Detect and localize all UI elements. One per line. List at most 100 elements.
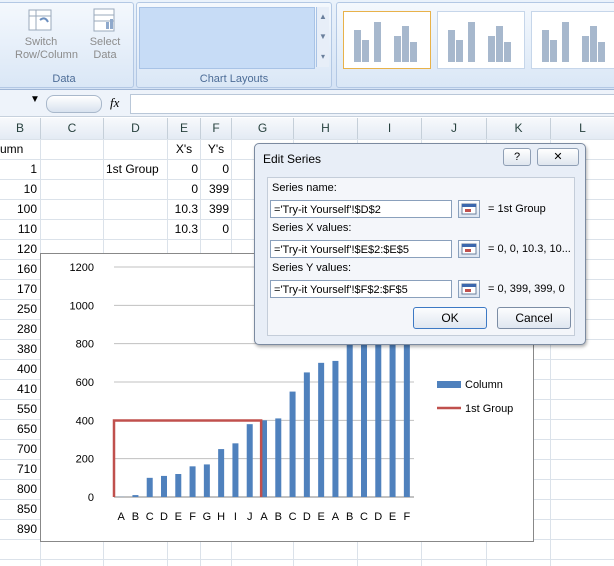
y-tick-label: 800 xyxy=(76,339,94,351)
x-tick-label: B xyxy=(132,511,139,523)
x-tick-label: E xyxy=(317,511,324,523)
series-name-range-picker[interactable] xyxy=(458,200,480,218)
cell-B9[interactable]: 250 xyxy=(0,299,37,319)
cell-B11[interactable]: 380 xyxy=(0,339,37,359)
x-tick-label: E xyxy=(389,511,396,523)
x-tick-label: A xyxy=(260,511,268,523)
range-picker-icon xyxy=(461,283,477,295)
bar xyxy=(361,334,367,497)
cell-E1[interactable]: X's xyxy=(168,139,200,159)
series-x-label: Series X values: xyxy=(272,222,352,234)
bar xyxy=(218,449,225,497)
bar xyxy=(189,466,196,497)
cell-E2[interactable]: 0 xyxy=(168,159,198,179)
x-tick-label: D xyxy=(303,511,311,523)
x-tick-label: A xyxy=(117,511,125,523)
series-name-label: Series name: xyxy=(272,182,337,194)
x-tick-label: J xyxy=(247,511,253,523)
y-tick-label: 600 xyxy=(76,377,94,389)
bar xyxy=(246,424,253,497)
cell-B5[interactable]: 110 xyxy=(0,219,37,239)
series-y-result: = 0, 399, 399, 0 xyxy=(488,283,565,295)
legend-label-line: 1st Group xyxy=(465,403,513,415)
cell-B18[interactable]: 800 xyxy=(0,479,37,499)
x-tick-label: C xyxy=(146,511,154,523)
bar xyxy=(318,362,325,497)
ok-button[interactable]: OK xyxy=(413,307,487,329)
cell-B17[interactable]: 710 xyxy=(0,459,37,479)
dialog-title: Edit Series xyxy=(263,152,322,166)
y-tick-label: 1000 xyxy=(70,300,94,312)
bar xyxy=(346,343,353,497)
edit-series-dialog: Edit Series ? ✕ Series name: ='Try-it Yo… xyxy=(254,143,586,345)
series-x-result: = 0, 0, 10.3, 10... xyxy=(488,243,571,255)
bar xyxy=(332,360,339,497)
bar xyxy=(303,372,310,497)
x-tick-label: C xyxy=(289,511,297,523)
cell-B13[interactable]: 410 xyxy=(0,379,37,399)
cell-F2[interactable]: 0 xyxy=(201,159,229,179)
bar xyxy=(175,474,182,497)
y-tick-label: 0 xyxy=(88,492,94,504)
bar xyxy=(203,464,210,497)
cell-B20[interactable]: 890 xyxy=(0,519,37,539)
series-y-range-picker[interactable] xyxy=(458,280,480,298)
cell-B15[interactable]: 650 xyxy=(0,419,37,439)
x-tick-label: F xyxy=(189,511,196,523)
cell-B2[interactable]: 1 xyxy=(0,159,37,179)
y-tick-label: 1200 xyxy=(70,262,94,274)
series-x-range-picker[interactable] xyxy=(458,240,480,258)
range-picker-icon xyxy=(461,203,477,215)
y-tick-label: 400 xyxy=(76,415,94,427)
cell-B3[interactable]: 10 xyxy=(0,179,37,199)
cell-E4[interactable]: 10.3 xyxy=(168,199,198,219)
cell-B14[interactable]: 550 xyxy=(0,399,37,419)
x-tick-label: B xyxy=(346,511,353,523)
cell-B1[interactable]: umn xyxy=(0,139,38,159)
x-tick-label: H xyxy=(217,511,225,523)
cell-B16[interactable]: 700 xyxy=(0,439,37,459)
legend-label-column: Column xyxy=(465,379,503,391)
cell-B7[interactable]: 160 xyxy=(0,259,37,279)
cell-D2[interactable]: 1st Group xyxy=(106,159,168,179)
cell-B4[interactable]: 100 xyxy=(0,199,37,219)
cell-F3[interactable]: 399 xyxy=(201,179,229,199)
x-tick-label: G xyxy=(203,511,212,523)
bar xyxy=(146,477,153,497)
x-tick-label: D xyxy=(160,511,168,523)
cell-B19[interactable]: 850 xyxy=(0,499,37,519)
cell-E5[interactable]: 10.3 xyxy=(168,219,198,239)
x-tick-label: F xyxy=(403,511,410,523)
close-button[interactable]: ✕ xyxy=(537,148,579,166)
legend-swatch-column xyxy=(437,381,461,388)
cell-F5[interactable]: 0 xyxy=(201,219,229,239)
cell-B8[interactable]: 170 xyxy=(0,279,37,299)
cell-B12[interactable]: 400 xyxy=(0,359,37,379)
x-tick-label: B xyxy=(275,511,282,523)
x-tick-label: I xyxy=(234,511,237,523)
x-tick-label: E xyxy=(175,511,182,523)
x-tick-label: A xyxy=(332,511,340,523)
x-tick-label: D xyxy=(374,511,382,523)
series-name-input[interactable]: ='Try-it Yourself'!$D$2 xyxy=(270,200,452,218)
series-x-input[interactable]: ='Try-it Yourself'!$E$2:$E$5 xyxy=(270,240,452,258)
series-name-result: = 1st Group xyxy=(488,203,546,215)
range-picker-icon xyxy=(461,243,477,255)
help-button[interactable]: ? xyxy=(503,148,531,166)
bar xyxy=(161,475,167,497)
bar xyxy=(275,418,282,497)
bar xyxy=(375,326,382,497)
series-y-label: Series Y values: xyxy=(272,262,352,274)
cell-B10[interactable]: 280 xyxy=(0,319,37,339)
cell-F4[interactable]: 399 xyxy=(201,199,229,219)
cell-B6[interactable]: 120 xyxy=(0,239,37,259)
cancel-button[interactable]: Cancel xyxy=(497,307,571,329)
bar xyxy=(132,495,139,497)
x-tick-label: C xyxy=(360,511,368,523)
cell-F1[interactable]: Y's xyxy=(201,139,231,159)
bar xyxy=(289,391,296,497)
y-tick-label: 200 xyxy=(76,454,94,466)
series-y-input[interactable]: ='Try-it Yourself'!$F$2:$F$5 xyxy=(270,280,452,298)
bar xyxy=(232,443,239,497)
cell-E3[interactable]: 0 xyxy=(168,179,198,199)
